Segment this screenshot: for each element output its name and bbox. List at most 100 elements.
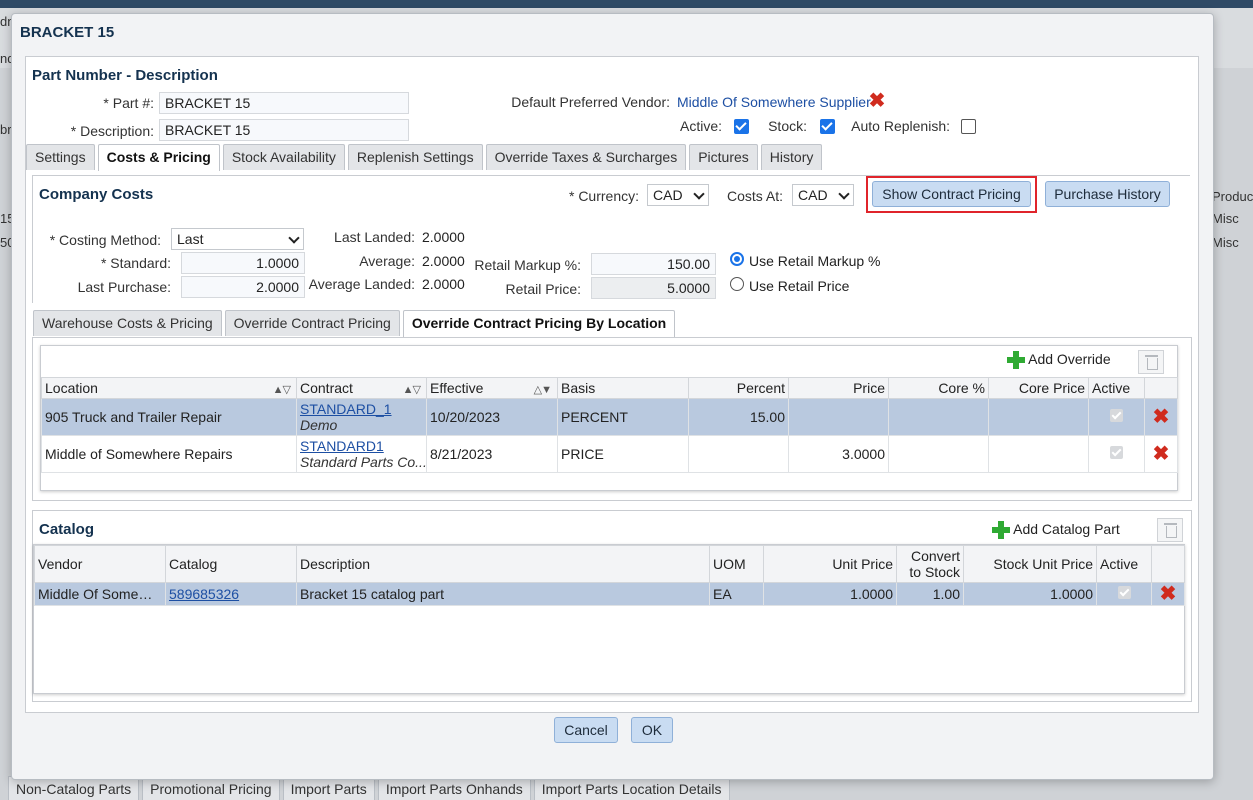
percent-cell: 15.00 <box>688 398 789 436</box>
col-catalog[interactable]: Catalog <box>165 545 297 583</box>
auto-replenish-checkbox[interactable] <box>961 119 976 134</box>
col-unit-price[interactable]: Unit Price <box>763 545 897 583</box>
use-retail-price-radio[interactable] <box>730 277 744 291</box>
override-table: Location ▲▽ Contract ▲▽ Effective △▼ Basis … <box>41 377 1178 473</box>
col-description[interactable]: Description <box>296 545 710 583</box>
costs-at-select[interactable]: CAD <box>792 184 854 206</box>
add-catalog-part-button[interactable]: Add Catalog Part <box>992 521 1120 540</box>
unit-price-cell: 1.0000 <box>763 582 897 606</box>
col-basis[interactable]: Basis <box>557 377 689 399</box>
col-uom[interactable]: UOM <box>709 545 764 583</box>
sort-icon[interactable]: △▼ <box>534 383 552 396</box>
retail-markup-field[interactable]: 150.00 <box>591 253 716 275</box>
col-location[interactable]: Location ▲▽ <box>41 377 297 399</box>
catalog-link[interactable]: 589685326 <box>169 586 239 602</box>
tab-override-taxes[interactable]: Override Taxes & Surcharges <box>485 144 687 170</box>
basis-cell: PRICE <box>557 435 689 473</box>
standard-field[interactable]: 1.0000 <box>181 252 305 274</box>
description-cell: Bracket 15 catalog part <box>296 582 710 606</box>
tab-settings[interactable]: Settings <box>26 144 95 170</box>
effective-cell: 10/20/2023 <box>426 398 558 436</box>
col-price[interactable]: Price <box>788 377 889 399</box>
vendor-link[interactable]: Middle Of Somewhere Supplier <box>677 94 871 110</box>
dialog-title: BRACKET 15 <box>20 24 115 41</box>
main-tab-bar: Settings Costs & Pricing Stock Availabil… <box>26 144 823 171</box>
description-field[interactable]: BRACKET 15 <box>159 119 409 141</box>
subtab-override-contract-pricing[interactable]: Override Contract Pricing <box>224 310 400 336</box>
subtab-warehouse-costs[interactable]: Warehouse Costs & Pricing <box>33 310 222 336</box>
contract-cell: STANDARD_1 Demo <box>296 398 427 436</box>
col-stock-unit-price[interactable]: Stock Unit Price <box>963 545 1097 583</box>
subtab-override-by-location[interactable]: Override Contract Pricing By Location <box>402 310 676 337</box>
average-value: 2.0000 <box>422 253 465 269</box>
last-purchase-field[interactable]: 2.0000 <box>181 276 305 298</box>
contract-cell: STANDARD1 Standard Parts Co... <box>296 435 427 473</box>
col-core-price[interactable]: Core Price <box>988 377 1089 399</box>
delete-row-icon[interactable]: ✖ <box>1148 407 1174 427</box>
active-checkbox-disabled <box>1110 409 1123 422</box>
delete-icon[interactable] <box>1138 350 1164 374</box>
purchase-history-button[interactable]: Purchase History <box>1045 181 1170 207</box>
bg-product-cell: Misc <box>1212 235 1239 250</box>
part-section-title: Part Number - Description <box>32 67 218 84</box>
catalog-panel: Catalog Add Catalog Part Vendor Catalog … <box>32 510 1192 702</box>
table-row[interactable]: 905 Truck and Trailer Repair STANDARD_1 D… <box>41 398 1178 436</box>
col-active[interactable]: Active <box>1096 545 1152 583</box>
app-top-bar <box>0 0 1253 8</box>
cancel-button[interactable]: Cancel <box>554 717 618 743</box>
currency-label: * Currency: <box>568 188 639 204</box>
last-purchase-label: Last Purchase: <box>77 279 171 295</box>
costing-method-select[interactable]: Last <box>171 228 304 250</box>
col-core-pct[interactable]: Core % <box>888 377 989 399</box>
col-effective[interactable]: Effective △▼ <box>426 377 558 399</box>
table-row[interactable]: Middle of Somewhere Repairs STANDARD1 Sta… <box>41 435 1178 473</box>
core-pct-cell <box>888 398 989 436</box>
sort-icon[interactable]: ▲▽ <box>403 383 421 396</box>
stock-unit-price-cell: 1.0000 <box>963 582 1097 606</box>
col-delete <box>1144 377 1178 399</box>
average-label: Average: <box>359 253 415 269</box>
catalog-cell: 589685326 <box>165 582 297 606</box>
sort-icon[interactable]: ▲▽ <box>273 383 291 396</box>
part-no-label: * Part #: <box>103 95 154 111</box>
currency-select[interactable]: CAD <box>647 184 709 206</box>
tab-history[interactable]: History <box>760 144 823 170</box>
active-checkbox-disabled <box>1117 586 1131 599</box>
tab-costs-pricing[interactable]: Costs & Pricing <box>97 144 220 171</box>
add-override-button[interactable]: Add Override <box>1007 351 1111 370</box>
costs-at-label: Costs At: <box>726 188 783 204</box>
stock-checkbox[interactable] <box>820 119 835 134</box>
retail-price-label: Retail Price: <box>505 281 581 297</box>
show-contract-pricing-button[interactable]: Show Contract Pricing <box>872 181 1031 207</box>
use-retail-markup-label: Use Retail Markup % <box>749 253 881 269</box>
contract-link[interactable]: STANDARD1 <box>300 438 384 454</box>
override-panel: Add Override Location ▲▽ Contract ▲▽ Effec… <box>32 337 1192 501</box>
col-contract[interactable]: Contract ▲▽ <box>296 377 427 399</box>
delete-icon[interactable] <box>1157 518 1183 542</box>
part-no-field[interactable]: BRACKET 15 <box>159 92 409 114</box>
clear-vendor-icon[interactable]: ✖ <box>867 91 887 111</box>
location-cell: 905 Truck and Trailer Repair <box>41 398 297 436</box>
tab-replenish-settings[interactable]: Replenish Settings <box>347 144 483 170</box>
delete-row-icon[interactable]: ✖ <box>1155 584 1181 604</box>
col-active[interactable]: Active <box>1088 377 1145 399</box>
use-retail-markup-radio[interactable] <box>730 252 744 266</box>
col-vendor[interactable]: Vendor <box>34 545 166 583</box>
last-landed-label: Last Landed: <box>334 229 415 245</box>
col-percent[interactable]: Percent <box>688 377 789 399</box>
contract-link[interactable]: STANDARD_1 <box>300 401 392 417</box>
active-cell <box>1088 398 1145 436</box>
table-row[interactable]: Middle Of Somewh... 589685326 Bracket 15… <box>34 582 1185 606</box>
basis-cell: PERCENT <box>557 398 689 436</box>
active-checkbox[interactable] <box>734 119 749 134</box>
vendor-cell: Middle Of Somewh... <box>34 582 166 606</box>
tab-stock-availability[interactable]: Stock Availability <box>222 144 345 170</box>
catalog-title: Catalog <box>39 521 95 538</box>
bg-product-header: Produc <box>1212 189 1253 204</box>
price-cell: 3.0000 <box>788 435 889 473</box>
ok-button[interactable]: OK <box>631 717 673 743</box>
delete-row-icon[interactable]: ✖ <box>1148 444 1174 464</box>
col-convert[interactable]: Convert to Stock <box>896 545 964 583</box>
tab-pictures[interactable]: Pictures <box>689 144 758 170</box>
contract-sub: Standard Parts Co... <box>300 454 427 470</box>
